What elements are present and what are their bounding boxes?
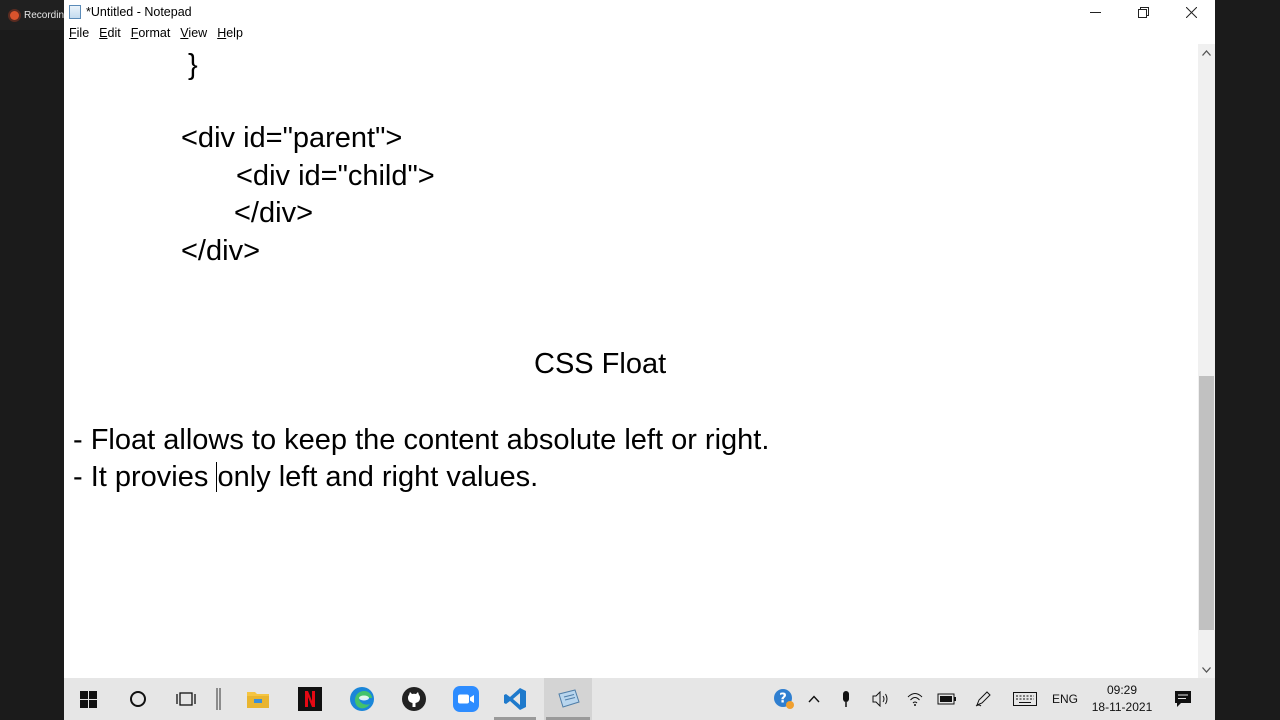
menu-help[interactable]: Help bbox=[212, 24, 248, 44]
chevron-up-icon bbox=[808, 695, 820, 703]
restore-icon bbox=[1137, 6, 1149, 18]
taskbar: ? ENG 09:29 18-11-2021 bbox=[64, 678, 1215, 720]
clock-date: 18-11-2021 bbox=[1091, 700, 1153, 714]
menu-format[interactable]: Format bbox=[126, 24, 176, 44]
text-editor[interactable]: } <div id="parent"> <div id="child"> </d… bbox=[64, 44, 1198, 678]
github-icon bbox=[402, 687, 426, 711]
action-center-button[interactable] bbox=[1166, 678, 1200, 720]
notification-icon bbox=[1175, 691, 1191, 707]
editor-line: } bbox=[188, 49, 198, 81]
netflix-icon bbox=[298, 687, 322, 711]
editor-line: CSS Float bbox=[534, 348, 667, 380]
edge-button[interactable] bbox=[340, 678, 384, 720]
zoom-icon bbox=[453, 686, 479, 712]
file-explorer-button[interactable] bbox=[236, 678, 280, 720]
wifi-icon bbox=[907, 693, 923, 706]
touch-keyboard-button[interactable] bbox=[1008, 678, 1042, 720]
editor-line: </div> bbox=[234, 197, 313, 229]
menu-edit[interactable]: Edit bbox=[94, 24, 126, 44]
editor-line: </div> bbox=[181, 235, 260, 267]
notepad-app-icon[interactable] bbox=[69, 5, 81, 19]
editor-line: - Float allows to keep the content absol… bbox=[73, 424, 770, 456]
task-view-icon bbox=[176, 692, 196, 706]
zoom-button[interactable] bbox=[444, 678, 488, 720]
taskbar-divider bbox=[214, 678, 224, 720]
minimize-button[interactable] bbox=[1071, 0, 1119, 24]
menu-view[interactable]: View bbox=[175, 24, 212, 44]
scroll-down-button[interactable] bbox=[1198, 661, 1215, 678]
window-title: *Untitled - Notepad bbox=[86, 5, 192, 19]
desktop-background-strip bbox=[1215, 0, 1280, 720]
microphone-icon bbox=[843, 691, 849, 707]
input-language[interactable]: ENG bbox=[1048, 678, 1082, 720]
clock[interactable]: 09:29 18-11-2021 bbox=[1082, 682, 1162, 716]
editor-line-with-caret: - It provies only left and right values. bbox=[73, 461, 539, 493]
file-explorer-icon bbox=[247, 692, 269, 708]
windows-start-icon bbox=[79, 690, 97, 708]
title-bar[interactable]: *Untitled - Notepad bbox=[64, 0, 1215, 24]
show-hidden-icons-button[interactable] bbox=[802, 678, 826, 720]
battery-tray-button[interactable] bbox=[934, 678, 960, 720]
recording-indicator[interactable]: Recordin bbox=[0, 0, 64, 30]
task-view-button[interactable] bbox=[162, 678, 210, 720]
start-button[interactable] bbox=[64, 678, 112, 720]
microphone-tray-button[interactable] bbox=[834, 678, 858, 720]
divider-icon bbox=[216, 688, 221, 710]
notepad-taskbar-button[interactable] bbox=[544, 678, 592, 720]
volume-tray-button[interactable] bbox=[868, 678, 894, 720]
speaker-icon bbox=[872, 691, 888, 707]
close-button[interactable] bbox=[1167, 0, 1215, 24]
search-button[interactable] bbox=[114, 678, 162, 720]
clock-time: 09:29 bbox=[1106, 683, 1138, 697]
chevron-down-icon bbox=[1202, 666, 1211, 673]
notepad-icon bbox=[558, 689, 580, 708]
netflix-button[interactable] bbox=[288, 678, 332, 720]
pen-icon bbox=[975, 691, 991, 707]
recording-dot-icon bbox=[10, 10, 19, 20]
chevron-up-icon bbox=[1202, 49, 1211, 56]
svg-text:?: ? bbox=[779, 692, 787, 707]
github-button[interactable] bbox=[392, 678, 436, 720]
keyboard-icon bbox=[1013, 692, 1037, 706]
close-icon bbox=[1185, 6, 1197, 18]
vscode-icon bbox=[504, 688, 526, 710]
scroll-up-button[interactable] bbox=[1198, 44, 1215, 61]
edge-icon bbox=[350, 687, 374, 711]
scroll-thumb[interactable] bbox=[1199, 376, 1214, 630]
recording-label: Recordin bbox=[24, 9, 64, 21]
restore-button[interactable] bbox=[1119, 0, 1167, 24]
notepad-window: *Untitled - Notepad File Edit Format Vie… bbox=[64, 0, 1215, 678]
minimize-icon bbox=[1089, 11, 1101, 13]
network-tray-button[interactable] bbox=[902, 678, 928, 720]
vscode-button[interactable] bbox=[492, 678, 538, 720]
menu-bar: File Edit Format View Help bbox=[64, 24, 248, 44]
editor-line: <div id="parent"> bbox=[181, 122, 403, 154]
battery-icon bbox=[937, 693, 956, 705]
help-tray-button[interactable]: ? bbox=[770, 678, 798, 720]
vertical-scrollbar[interactable] bbox=[1198, 44, 1215, 678]
pen-tray-button[interactable] bbox=[970, 678, 996, 720]
search-circle-icon bbox=[130, 691, 146, 707]
caption-buttons bbox=[1071, 0, 1215, 24]
editor-line: <div id="child"> bbox=[236, 160, 435, 192]
help-question-icon: ? bbox=[774, 689, 794, 709]
menu-file[interactable]: File bbox=[64, 24, 94, 44]
